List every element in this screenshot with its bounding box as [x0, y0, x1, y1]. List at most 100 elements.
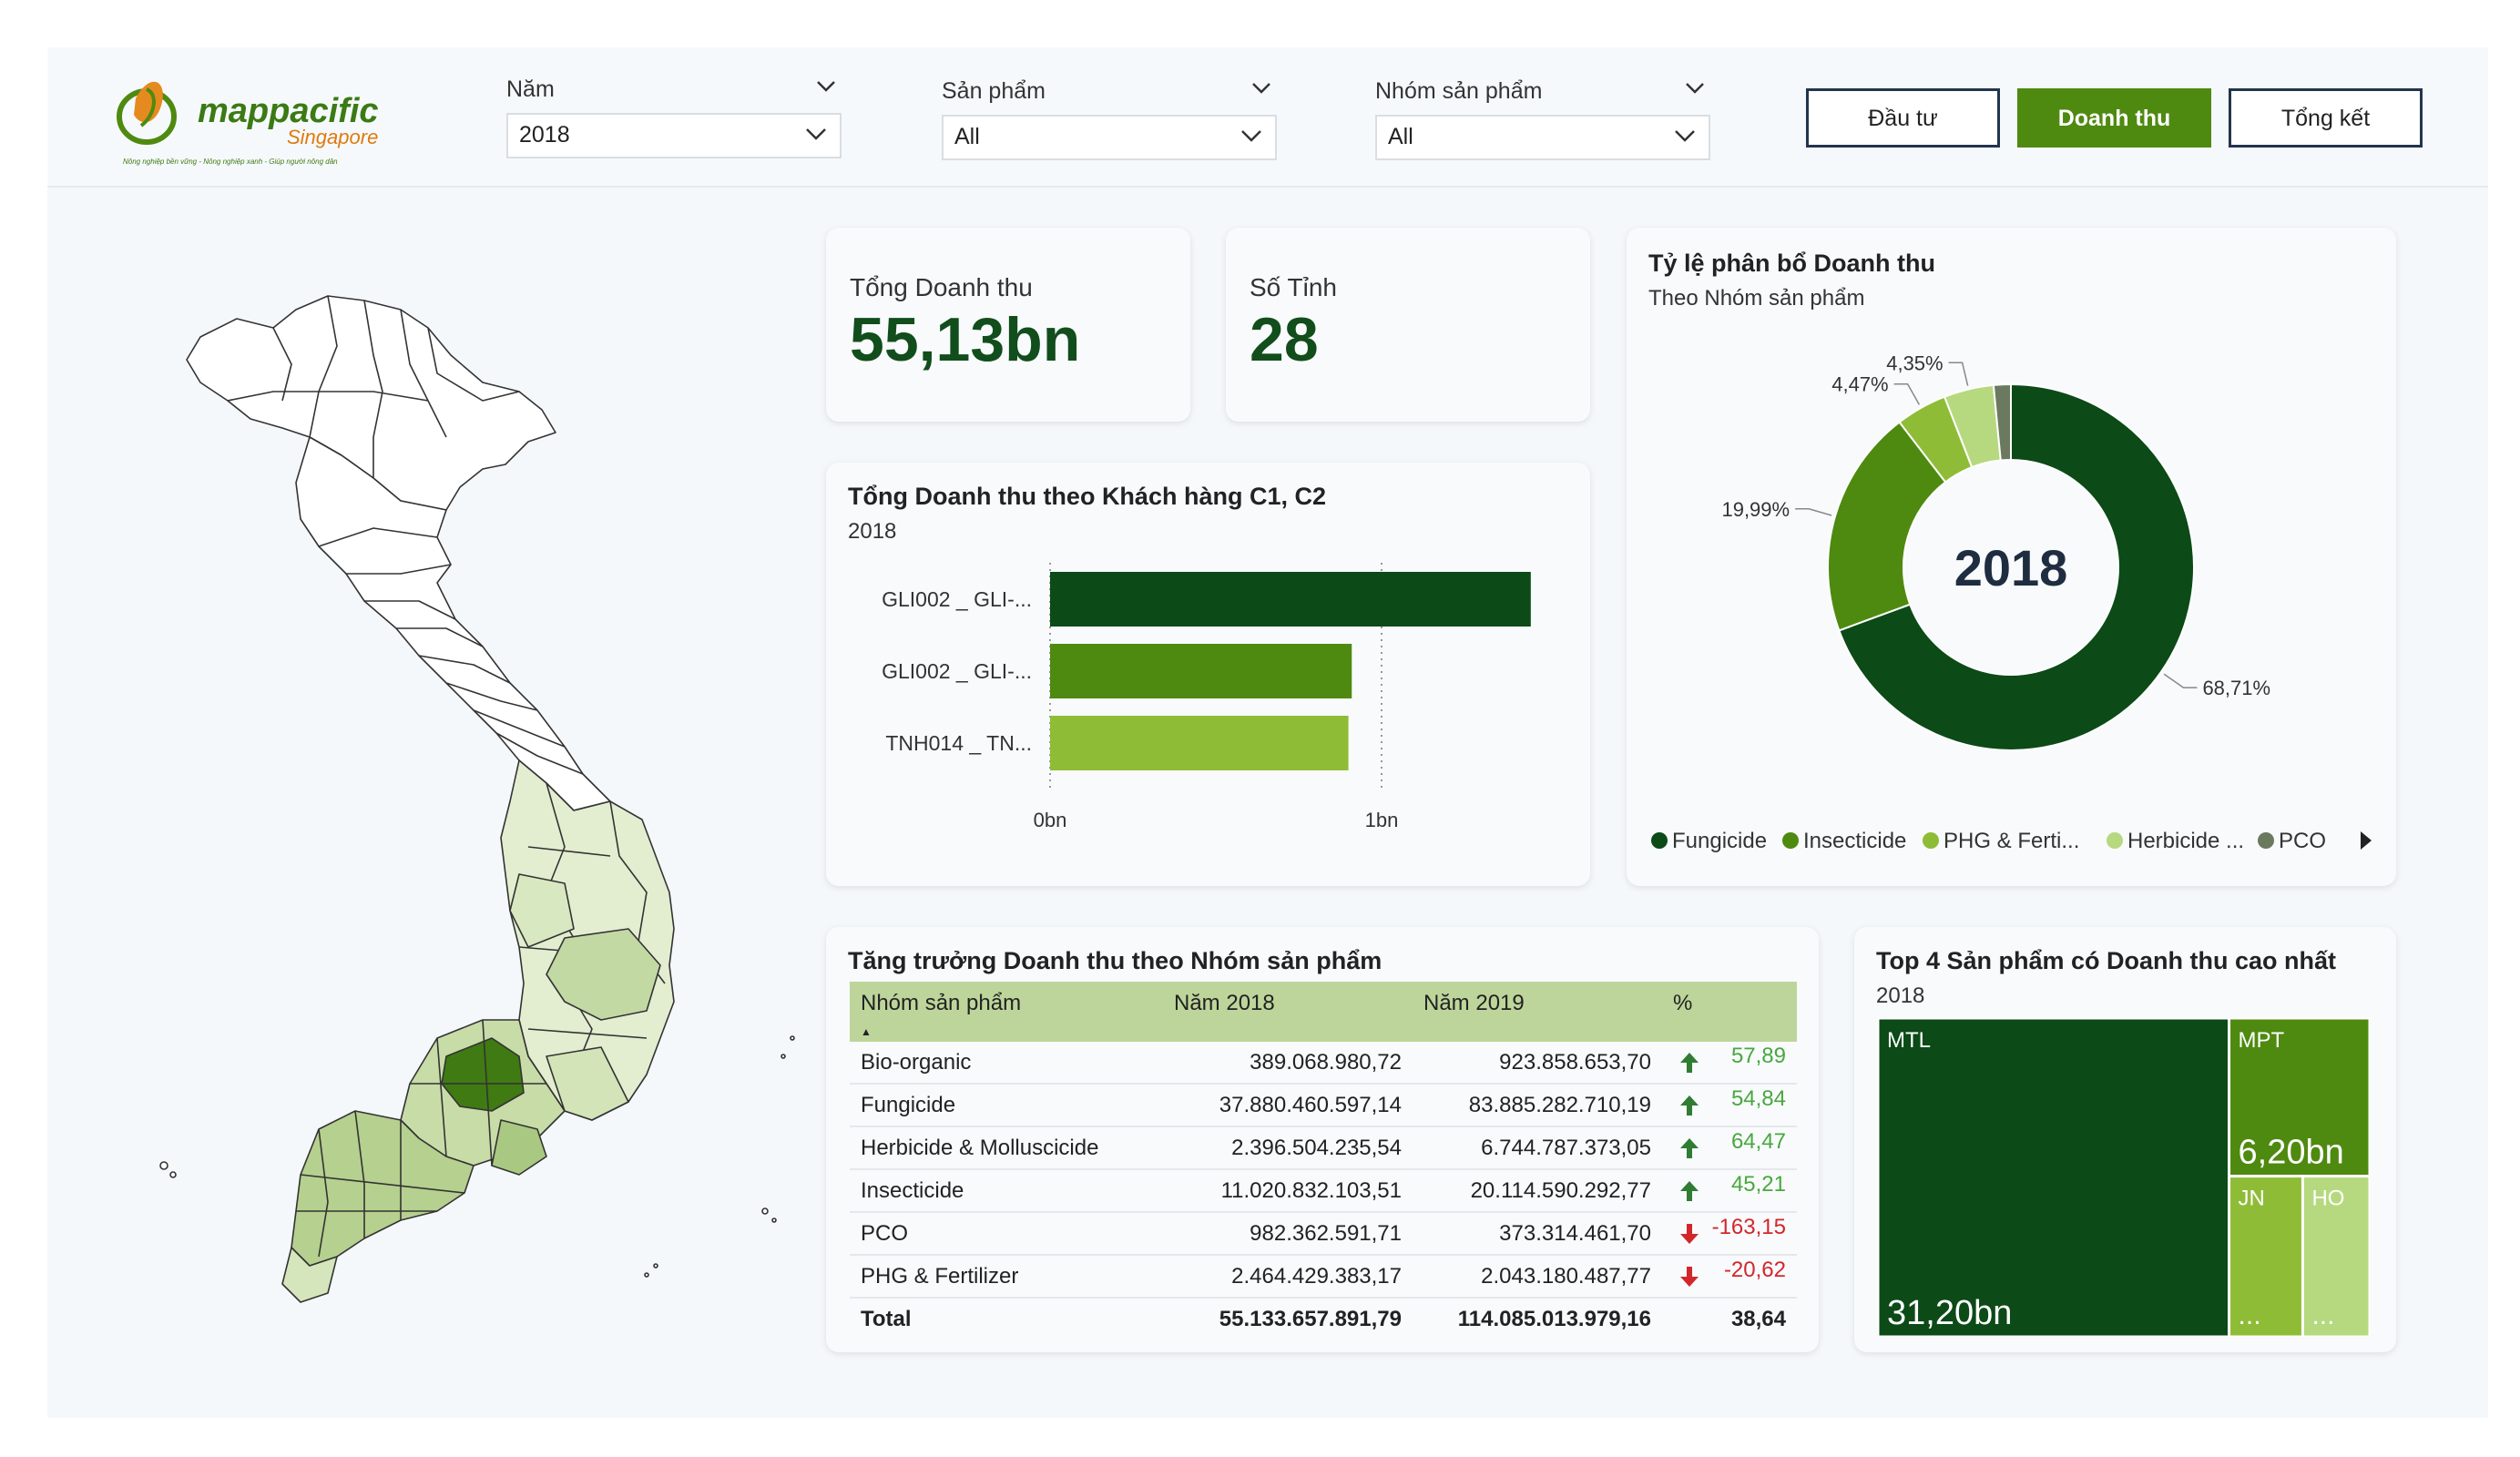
cell-total-2018: 55.133.657.891,79	[1219, 1306, 1402, 1331]
table-row[interactable]: Herbicide & Molluscicide 2.396.504.235,54…	[850, 1126, 1797, 1170]
leader-line	[1948, 362, 1969, 386]
kpi-revenue-label: Tổng Doanh thu	[850, 273, 1033, 301]
legend-label[interactable]: PHG & Ferti...	[1944, 829, 2079, 853]
nav-summary-button[interactable]: Tổng kết	[2229, 88, 2423, 148]
top-products-treemap[interactable]: MTL 31,20bn MPT 6,20bn JN... HO...	[1878, 1018, 2370, 1337]
treemap-tile-value: 31,20bn	[1887, 1294, 2012, 1332]
revenue-share-donut[interactable]: 68,71% 19,99% 4,47%4,35% 2018 Fungicide Insec…	[1627, 228, 2396, 886]
cell-pct: 45,21	[1662, 1169, 1797, 1213]
cell-group: Insecticide	[850, 1169, 1163, 1213]
leader-line	[1893, 382, 1921, 405]
cell-pct: -20,62	[1662, 1255, 1797, 1299]
cell-2018: 11.020.832.103,51	[1163, 1169, 1413, 1213]
province-map[interactable]	[137, 255, 829, 1311]
cell-pct: 54,84	[1662, 1084, 1797, 1127]
legend-marker[interactable]	[1923, 832, 1939, 849]
chevron-down-icon[interactable]	[1674, 129, 1696, 144]
logo-tagline: Nông nghiệp bền vững - Nông nghiệp xanh …	[123, 158, 338, 166]
filter-group-select[interactable]: All	[1375, 115, 1710, 160]
cell-total-2019: 114.085.013.979,16	[1457, 1306, 1651, 1331]
col-2018-header[interactable]: Năm 2018	[1163, 982, 1413, 1042]
bar[interactable]	[1050, 572, 1531, 627]
x-tick-label: 0bn	[1034, 809, 1067, 831]
slice-label: 19,99%	[1721, 498, 1790, 521]
chevron-down-icon[interactable]	[805, 127, 827, 142]
customer-chart-title: Tổng Doanh thu theo Khách hàng C1, C2	[848, 483, 1326, 510]
kpi-revenue-card: Tổng Doanh thu 55,13bn	[826, 228, 1190, 422]
table-row[interactable]: Insecticide 11.020.832.103,51 20.114.590.2…	[850, 1169, 1797, 1213]
filter-group-value: All	[1388, 124, 1413, 149]
cell-group: Bio-organic	[850, 1042, 1163, 1085]
growth-table-card: Tăng trưởng Doanh thu theo Nhóm sản phẩm…	[826, 927, 1819, 1352]
chevron-down-icon[interactable]	[1240, 129, 1262, 144]
chevron-down-icon[interactable]	[1251, 82, 1271, 95]
slice-label: 4,35%	[1886, 352, 1943, 374]
filter-product-group[interactable]: Nhóm sản phẩm All	[1375, 73, 1710, 160]
customer-bar-chart[interactable]: GLI002 _ GLI-... GLI002 _ GLI-... TNH014 _…	[826, 554, 1590, 863]
cell-2018: 37.880.460.597,14	[1163, 1084, 1413, 1127]
kpi-provinces-card: Số Tỉnh 28	[1226, 228, 1590, 422]
legend-marker[interactable]	[2107, 832, 2123, 849]
legend-label[interactable]: Fungicide	[1672, 829, 1767, 853]
legend-next-icon[interactable]	[2361, 831, 2372, 850]
col-2019-header[interactable]: Năm 2019	[1413, 982, 1662, 1042]
sort-asc-icon[interactable]: ▲	[861, 1025, 872, 1038]
treemap-tile[interactable]	[1878, 1018, 2231, 1337]
cell-2018: 389.068.980,72	[1163, 1042, 1413, 1085]
cell-group: PCO	[850, 1212, 1163, 1256]
treemap-tile-value: ...	[2311, 1300, 2334, 1330]
customer-chart-subtitle: 2018	[848, 519, 897, 544]
treemap-tile-name: MPT	[2239, 1028, 2285, 1053]
table-row[interactable]: PHG & Fertilizer 2.464.429.383,17 2.043.18…	[850, 1255, 1797, 1299]
chevron-down-icon[interactable]	[1685, 82, 1705, 95]
bar-label: GLI002 _ GLI-...	[882, 659, 1032, 683]
filter-product-select[interactable]: All	[942, 115, 1277, 160]
filter-product[interactable]: Sản phẩm All	[942, 73, 1277, 160]
table-row[interactable]: Bio-organic 389.068.980,72 923.858.653,70 5…	[850, 1042, 1797, 1085]
legend-marker[interactable]	[1782, 832, 1799, 849]
logo-name: mappacific	[198, 92, 379, 130]
arrow-up-icon	[1673, 1094, 1700, 1124]
arrow-down-icon	[1673, 1222, 1700, 1252]
cell-2019: 373.314.461,70	[1413, 1212, 1662, 1256]
table-row[interactable]: Fungicide 37.880.460.597,14 83.885.282.710…	[850, 1084, 1797, 1127]
kpi-provinces-value: 28	[1250, 305, 1319, 374]
top-products-card: Top 4 Sản phẩm có Doanh thu cao nhất 201…	[1854, 927, 2396, 1352]
arrow-up-icon	[1673, 1179, 1700, 1209]
bar[interactable]	[1050, 644, 1352, 698]
logo-sub: Singapore	[287, 126, 378, 148]
legend-label[interactable]: PCO	[2279, 829, 2326, 853]
col-group-header[interactable]: Nhóm sản phẩm ▲	[850, 982, 1163, 1042]
nav-invest-button[interactable]: Đầu tư	[1806, 88, 2000, 148]
leader-line	[2163, 673, 2198, 688]
cell-total-label: Total	[861, 1306, 912, 1331]
filter-year-label: Năm	[506, 71, 842, 107]
cell-2018: 982.362.591,71	[1163, 1212, 1413, 1256]
treemap-tile-name: JN	[2239, 1187, 2265, 1211]
col-pct-header[interactable]: %	[1662, 982, 1797, 1042]
filter-product-label: Sản phẩm	[942, 73, 1277, 109]
cell-pct: 57,89	[1662, 1042, 1797, 1085]
bar-label: GLI002 _ GLI-...	[882, 587, 1032, 611]
chevron-down-icon[interactable]	[816, 80, 836, 93]
nav-revenue-button[interactable]: Doanh thu	[2017, 88, 2211, 148]
arrow-up-icon	[1673, 1051, 1700, 1081]
filter-year-select[interactable]: 2018	[506, 113, 842, 158]
arrow-up-icon	[1673, 1136, 1700, 1167]
cell-2019: 20.114.590.292,77	[1413, 1169, 1662, 1213]
cell-pct: -163,15	[1662, 1212, 1797, 1256]
growth-table-title: Tăng trưởng Doanh thu theo Nhóm sản phẩm	[848, 947, 1382, 974]
cell-2018: 2.396.504.235,54	[1163, 1126, 1413, 1170]
slice-label: 68,71%	[2202, 677, 2270, 699]
legend-marker[interactable]	[1651, 832, 1668, 849]
legend-label[interactable]: Herbicide ...	[2127, 829, 2244, 853]
treemap-tile-value: ...	[2239, 1300, 2261, 1330]
legend-label[interactable]: Insecticide	[1803, 829, 1906, 853]
table-row[interactable]: PCO 982.362.591,71 373.314.461,70 -163,15	[850, 1212, 1797, 1256]
legend-marker[interactable]	[2258, 832, 2274, 849]
top-products-title: Top 4 Sản phẩm có Doanh thu cao nhất	[1876, 947, 2337, 974]
growth-table: Nhóm sản phẩm ▲ Năm 2018 Năm 2019 % Bio-o…	[850, 982, 1797, 1340]
filter-year[interactable]: Năm 2018	[506, 71, 842, 158]
cell-group: Herbicide & Molluscicide	[850, 1126, 1163, 1170]
bar[interactable]	[1050, 716, 1349, 770]
